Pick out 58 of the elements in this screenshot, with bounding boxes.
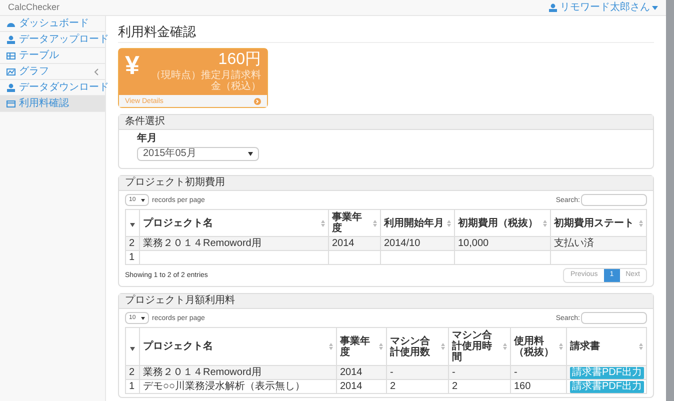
brand-name[interactable]: CalcChecker xyxy=(8,0,60,14)
sort-desc-icon xyxy=(130,346,135,350)
sort-icon xyxy=(503,343,507,350)
sort-icon xyxy=(379,343,383,350)
person-icon xyxy=(6,82,16,92)
sort-icon xyxy=(447,220,451,226)
column-header[interactable]: 請求書 xyxy=(570,341,600,352)
chart-icon xyxy=(6,66,16,76)
search-field[interactable] xyxy=(581,194,647,206)
field-label: 年月 xyxy=(137,134,158,144)
table-cell: 2014 xyxy=(340,366,362,378)
table-cell: - xyxy=(452,366,456,378)
table-cell: - xyxy=(514,366,518,378)
sort-icon xyxy=(441,343,445,350)
card-icon xyxy=(6,98,16,108)
table-cell: - xyxy=(390,366,394,378)
sort-icon xyxy=(559,343,563,350)
panel-title: プロジェクト初期費用 xyxy=(125,178,225,188)
caret-icon xyxy=(652,4,658,10)
table-cell: 2 xyxy=(390,380,396,392)
person-icon xyxy=(548,2,558,12)
table-cell: 2 xyxy=(129,238,135,248)
table-cell: 業務２０１４Remoword用 xyxy=(143,366,262,378)
amount: 160円 xyxy=(218,52,261,68)
table-icon xyxy=(6,50,16,60)
sort-icon xyxy=(373,220,377,226)
table-cell: 2 xyxy=(129,366,135,378)
amount-caption: （現時点）推定月請求料金（税込） xyxy=(150,70,261,92)
caret-icon xyxy=(141,316,145,320)
table-cell: 2 xyxy=(452,380,458,392)
sort-icon xyxy=(543,220,547,226)
table-cell: 1 xyxy=(129,252,135,262)
table-cell: 160 xyxy=(514,380,531,392)
table-cell: 1 xyxy=(129,380,135,392)
caret-icon xyxy=(248,152,253,156)
table-cell: 業務２０１４Remoword用 xyxy=(143,238,262,248)
sort-icon xyxy=(639,343,643,350)
table-cell: 2014/10 xyxy=(384,238,420,248)
page-title: 利用料金確認 xyxy=(118,25,197,38)
sort-icon xyxy=(329,343,333,350)
sort-icon xyxy=(321,220,325,226)
caret-icon xyxy=(141,198,145,202)
panel-title: プロジェクト月額利用料 xyxy=(125,296,235,306)
panel-title: 条件選択 xyxy=(125,117,165,127)
column-header[interactable]: プロジェクト名 xyxy=(143,341,213,352)
yen-symbol: ¥ xyxy=(125,52,140,82)
table-cell: 2014 xyxy=(340,380,362,392)
month-select[interactable]: 2015年05月 xyxy=(137,147,259,161)
search-field[interactable] xyxy=(581,312,647,324)
table-cell: 2014 xyxy=(332,238,354,248)
sort-icon xyxy=(639,220,643,226)
table-cell: デモ○○川業務浸水解析（表示無し） xyxy=(143,380,306,392)
arrow-circle-icon xyxy=(254,98,261,104)
table-cell: 10,000 xyxy=(458,238,489,248)
person-icon xyxy=(6,34,16,44)
table-cell: 支払い済 xyxy=(554,238,594,248)
sort-desc-icon xyxy=(130,223,135,227)
column-header[interactable]: プロジェクト名 xyxy=(143,218,213,228)
